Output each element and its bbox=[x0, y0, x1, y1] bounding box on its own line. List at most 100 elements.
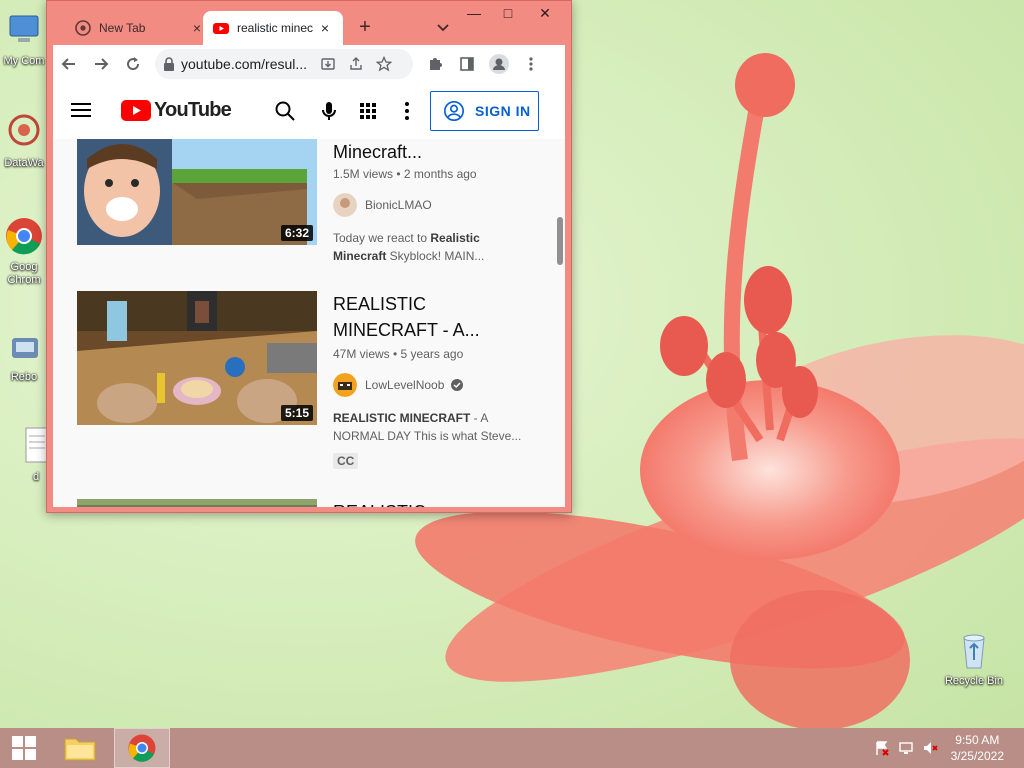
sign-in-button[interactable]: SIGN IN bbox=[430, 91, 539, 131]
video-meta: 47M views • 5 years ago bbox=[333, 347, 464, 361]
video-duration: 5:15 bbox=[280, 405, 313, 421]
video-title[interactable]: Minecraft... bbox=[333, 139, 543, 165]
browser-toolbar: youtube.com/resul... bbox=[53, 45, 565, 83]
tab-label: realistic minec bbox=[237, 21, 314, 35]
more-options-icon[interactable] bbox=[395, 99, 419, 123]
network-icon[interactable] bbox=[898, 740, 914, 756]
install-icon[interactable] bbox=[317, 53, 339, 75]
youtube-play-logo-icon bbox=[121, 100, 151, 121]
url-text: youtube.com/resul... bbox=[181, 56, 308, 72]
youtube-wordmark: YouTube bbox=[154, 99, 232, 121]
page-content[interactable]: YouTube SIGN IN 6:32 Minecraft... 1.5M v… bbox=[53, 83, 565, 507]
computer-icon bbox=[9, 15, 39, 42]
video-meta: 1.5M views • 2 months ago bbox=[333, 167, 477, 181]
chrome-icon bbox=[6, 218, 42, 255]
chrome-window[interactable]: New Tab × realistic minec × + — □ ✕ yout… bbox=[46, 0, 572, 513]
verified-check-icon bbox=[451, 379, 464, 391]
maximize-button[interactable]: □ bbox=[491, 1, 525, 25]
action-center-flag-icon[interactable] bbox=[874, 740, 890, 756]
new-tab-button[interactable]: + bbox=[355, 16, 375, 39]
video-description: REALISTIC MINECRAFT - A NORMAL DAY This … bbox=[333, 411, 522, 443]
profile-button[interactable] bbox=[483, 48, 515, 80]
windows-logo-icon bbox=[12, 736, 36, 760]
address-bar[interactable]: youtube.com/resul... bbox=[155, 49, 413, 79]
side-panel-button[interactable] bbox=[451, 48, 483, 80]
desktop-icon-label: Recycle Bin bbox=[944, 675, 1004, 687]
recycle-bin-icon bbox=[963, 634, 985, 669]
clock-date: 3/25/2022 bbox=[950, 749, 1004, 763]
desktop-icon-reboot[interactable]: Rebo bbox=[0, 326, 48, 384]
video-result[interactable]: REALISTIC bbox=[77, 499, 547, 507]
taskbar-chrome[interactable] bbox=[114, 728, 170, 768]
thumbnail-image bbox=[77, 499, 317, 507]
profile-avatar-icon bbox=[489, 54, 509, 74]
hamburger-menu-icon[interactable] bbox=[71, 102, 91, 118]
tab-new-tab[interactable]: New Tab × bbox=[65, 11, 215, 45]
account-circle-icon bbox=[444, 101, 464, 121]
reboot-icon bbox=[12, 338, 38, 358]
youtube-header: YouTube SIGN IN bbox=[53, 83, 565, 139]
system-clock[interactable]: 9:50 AM 3/25/2022 bbox=[951, 732, 1004, 764]
channel-name: LowLevelNoob bbox=[365, 378, 445, 392]
reload-icon bbox=[127, 57, 140, 71]
close-window-button[interactable]: ✕ bbox=[523, 1, 567, 25]
search-icon[interactable] bbox=[273, 99, 297, 123]
video-result[interactable]: 5:15 REALISTIC MINECRAFT - A... 47M view… bbox=[77, 291, 547, 481]
microphone-icon[interactable] bbox=[317, 99, 341, 123]
taskbar-file-explorer[interactable] bbox=[52, 728, 108, 768]
cc-badge: CC bbox=[333, 453, 359, 469]
channel-avatar bbox=[333, 193, 357, 217]
taskbar: 9:50 AM 3/25/2022 bbox=[0, 728, 1024, 768]
desktop-icon-recycle-bin[interactable]: Recycle Bin bbox=[938, 630, 1010, 688]
browser-menu-button[interactable] bbox=[515, 48, 547, 80]
kebab-menu-icon bbox=[529, 57, 533, 71]
video-info: REALISTIC bbox=[333, 499, 543, 507]
reload-button[interactable] bbox=[117, 48, 149, 80]
desktop-icon-datawa[interactable]: DataWa bbox=[0, 112, 48, 170]
bookmark-star-icon[interactable] bbox=[373, 53, 395, 75]
extensions-button[interactable] bbox=[419, 48, 451, 80]
tab-youtube[interactable]: realistic minec × bbox=[203, 11, 343, 45]
desktop-icon-google-chrome[interactable]: Goog Chrom bbox=[0, 216, 48, 287]
channel-row[interactable]: LowLevelNoob bbox=[333, 373, 543, 397]
chrome-icon bbox=[128, 734, 156, 762]
desktop-icon-label: My Com bbox=[3, 55, 45, 67]
video-title[interactable]: REALISTIC MINECRAFT - A... bbox=[333, 291, 543, 343]
sign-in-label: SIGN IN bbox=[475, 103, 531, 119]
youtube-logo[interactable]: YouTube bbox=[121, 99, 232, 122]
back-arrow-icon bbox=[61, 58, 75, 70]
video-description: Today we react to Realistic Minecraft Sk… bbox=[333, 231, 485, 263]
channel-avatar bbox=[333, 373, 357, 397]
back-button[interactable] bbox=[53, 48, 85, 80]
video-thumbnail[interactable]: 6:32 bbox=[77, 139, 317, 245]
desktop-icon-label: Goog Chrom bbox=[7, 261, 41, 286]
desktop-icon-label: DataWa bbox=[4, 157, 44, 169]
video-info: REALISTIC MINECRAFT - A... 47M views • 5… bbox=[333, 291, 543, 470]
video-thumbnail[interactable] bbox=[77, 499, 317, 507]
lock-icon bbox=[164, 57, 174, 71]
minimize-button[interactable]: — bbox=[457, 1, 491, 25]
volume-muted-icon[interactable] bbox=[922, 740, 938, 756]
share-icon[interactable] bbox=[345, 53, 367, 75]
video-thumbnail[interactable]: 5:15 bbox=[77, 291, 317, 425]
forward-arrow-icon bbox=[95, 58, 109, 70]
video-info: Minecraft... 1.5M views • 2 months ago B… bbox=[333, 139, 543, 265]
video-duration: 6:32 bbox=[280, 225, 313, 241]
start-button[interactable] bbox=[0, 728, 48, 768]
chrome-favicon-icon bbox=[75, 20, 91, 36]
page-scrollbar[interactable] bbox=[557, 217, 563, 265]
tab-label: New Tab bbox=[99, 21, 146, 35]
forward-button[interactable] bbox=[85, 48, 117, 80]
channel-name: BionicLMAO bbox=[365, 198, 432, 212]
video-title[interactable]: REALISTIC bbox=[333, 499, 543, 507]
youtube-favicon-icon bbox=[213, 23, 229, 34]
folder-icon bbox=[64, 738, 96, 761]
video-result[interactable]: 6:32 Minecraft... 1.5M views • 2 months … bbox=[77, 139, 547, 271]
side-panel-icon bbox=[460, 57, 474, 71]
channel-row[interactable]: BionicLMAO bbox=[333, 193, 543, 217]
tab-close-button[interactable]: × bbox=[317, 20, 333, 36]
desktop-icon-my-computer[interactable]: My Com bbox=[0, 10, 48, 68]
chevron-down-icon[interactable] bbox=[435, 19, 451, 35]
apps-grid-icon[interactable] bbox=[356, 99, 380, 123]
tab-strip: New Tab × realistic minec × + — □ ✕ bbox=[47, 1, 571, 45]
